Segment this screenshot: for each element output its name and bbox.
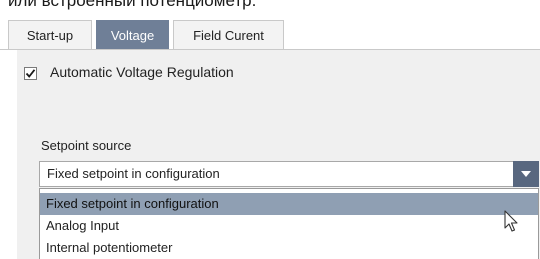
dropdown-arrow-button[interactable] (513, 161, 539, 187)
tab-start-up[interactable]: Start-up (8, 20, 92, 49)
avr-checkbox[interactable] (24, 67, 37, 80)
setpoint-source-select[interactable]: Fixed setpoint in configuration (39, 161, 539, 187)
setpoint-source-options: Fixed setpoint in configuration Analog I… (39, 188, 539, 259)
checkmark-icon (25, 69, 36, 78)
chevron-down-icon (521, 171, 531, 177)
option-fixed-setpoint[interactable]: Fixed setpoint in configuration (40, 193, 538, 215)
setpoint-source-value: Fixed setpoint in configuration (47, 166, 220, 181)
option-analog-input[interactable]: Analog Input (40, 215, 538, 237)
tab-voltage[interactable]: Voltage (96, 20, 169, 49)
tab-bar: Start-up Voltage Field Curent (0, 20, 540, 50)
tab-field-current[interactable]: Field Curent (173, 20, 284, 49)
setpoint-source-label: Setpoint source (41, 138, 132, 153)
option-internal-potentiometer[interactable]: Internal potentiometer (40, 237, 538, 259)
document-caption: или встроенный потенциометр. (8, 0, 257, 10)
mouse-pointer-icon (504, 210, 518, 232)
avr-label: Automatic Voltage Regulation (50, 64, 234, 80)
